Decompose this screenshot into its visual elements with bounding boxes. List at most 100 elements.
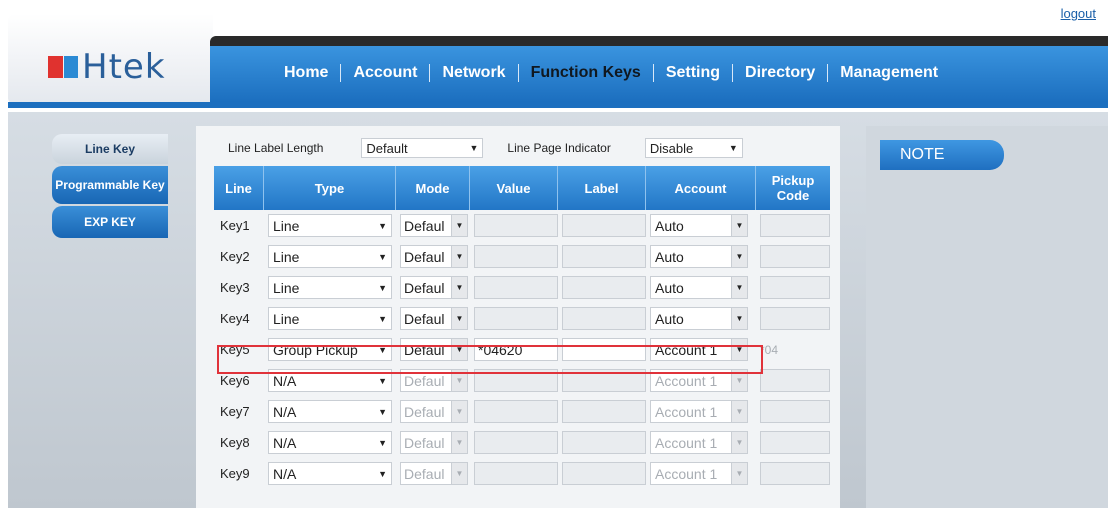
mode-select[interactable]: Defaul ▼ — [400, 400, 468, 423]
account-select[interactable]: Account 1 ▼ — [650, 431, 748, 454]
account-select[interactable]: Auto ▼ — [650, 245, 748, 268]
type-select[interactable]: Line ▼ — [268, 245, 392, 268]
chevron-down-icon: ▼ — [731, 308, 747, 329]
chevron-down-icon: ▼ — [378, 468, 387, 479]
col-value: Value — [470, 166, 558, 210]
type-select[interactable]: Line ▼ — [268, 276, 392, 299]
nav-account[interactable]: Account — [341, 64, 429, 82]
account-select[interactable]: Auto ▼ — [650, 307, 748, 330]
key-name: Key9 — [220, 466, 250, 481]
value-field[interactable] — [474, 431, 558, 454]
mode-select-value: Defaul — [404, 279, 445, 296]
value-field[interactable] — [474, 245, 558, 268]
nav-management[interactable]: Management — [828, 64, 950, 82]
label-field[interactable] — [562, 214, 646, 237]
key-name: Key6 — [220, 373, 250, 388]
mode-select-value: Defaul — [404, 341, 445, 358]
mode-select-value: Defaul — [404, 434, 445, 451]
chevron-down-icon: ▼ — [451, 277, 467, 298]
col-line: Line — [214, 166, 264, 210]
mode-select[interactable]: Defaul ▼ — [400, 214, 468, 237]
sidebar-item-label: Programmable Key — [55, 178, 165, 192]
account-select[interactable]: Auto ▼ — [650, 214, 748, 237]
nav-function-keys[interactable]: Function Keys — [519, 64, 653, 82]
type-select-value: N/A — [273, 434, 297, 451]
line-label-length-value: Default — [366, 140, 408, 156]
chevron-down-icon: ▼ — [451, 370, 467, 391]
note-title: NOTE — [880, 140, 1004, 170]
type-select[interactable]: N/A ▼ — [268, 431, 392, 454]
mode-select-value: Defaul — [404, 403, 445, 420]
account-select[interactable]: Account 1 ▼ — [650, 400, 748, 423]
table-row: Key9 N/A ▼ Defaul ▼ Account 1 ▼ — [214, 458, 830, 489]
mode-select[interactable]: Defaul ▼ — [400, 338, 468, 361]
mode-select-value: Defaul — [404, 248, 445, 265]
pickup-code-field[interactable] — [760, 245, 830, 268]
sidebar-item-programmable-key[interactable]: Programmable Key — [52, 166, 168, 204]
type-select[interactable]: Group Pickup ▼ — [268, 338, 392, 361]
mode-select[interactable]: Defaul ▼ — [400, 369, 468, 392]
nav-directory[interactable]: Directory — [733, 64, 827, 82]
pickup-code-field[interactable] — [760, 400, 830, 423]
chevron-down-icon: ▼ — [731, 463, 747, 484]
sidebar-item-exp-key[interactable]: EXP KEY — [52, 206, 168, 238]
account-select-value: Auto — [655, 248, 684, 265]
nav-home[interactable]: Home — [272, 64, 340, 82]
account-select[interactable]: Auto ▼ — [650, 276, 748, 299]
pickup-code-field[interactable] — [760, 462, 830, 485]
table-row: Key4 Line ▼ Defaul ▼ Auto ▼ — [214, 303, 830, 334]
line-page-indicator-select[interactable]: Disable ▼ — [644, 138, 743, 158]
mode-select[interactable]: Defaul ▼ — [400, 276, 468, 299]
mode-select[interactable]: Defaul ▼ — [400, 245, 468, 268]
pickup-code-field[interactable] — [760, 276, 830, 299]
pickup-code-field[interactable] — [760, 431, 830, 454]
account-select[interactable]: Account 1 ▼ — [650, 338, 748, 361]
label-field[interactable] — [562, 338, 646, 361]
value-field[interactable] — [474, 400, 558, 423]
label-field[interactable] — [562, 276, 646, 299]
type-select-value: Line — [273, 217, 300, 234]
table-row: Key6 N/A ▼ Defaul ▼ Account 1 ▼ — [214, 365, 830, 396]
value-field[interactable] — [474, 214, 558, 237]
mode-select[interactable]: Defaul ▼ — [400, 462, 468, 485]
type-select[interactable]: N/A ▼ — [268, 369, 392, 392]
type-select[interactable]: Line ▼ — [268, 214, 392, 237]
label-field[interactable] — [562, 307, 646, 330]
nav-network[interactable]: Network — [430, 64, 517, 82]
chevron-down-icon: ▼ — [378, 437, 387, 448]
value-field[interactable] — [474, 369, 558, 392]
pickup-code-field[interactable] — [760, 369, 830, 392]
value-field[interactable] — [474, 462, 558, 485]
type-select-value: Line — [273, 310, 300, 327]
label-field[interactable] — [562, 245, 646, 268]
key-name: Key2 — [220, 249, 250, 264]
chevron-down-icon: ▼ — [731, 432, 747, 453]
value-field[interactable] — [474, 276, 558, 299]
logout-link[interactable]: logout — [1061, 6, 1096, 21]
type-select[interactable]: Line ▼ — [268, 307, 392, 330]
pickup-code-field[interactable] — [760, 214, 830, 237]
sidebar-item-line-key[interactable]: Line Key — [52, 134, 168, 164]
label-field[interactable] — [562, 431, 646, 454]
value-field[interactable] — [474, 307, 558, 330]
chevron-down-icon: ▼ — [378, 344, 387, 355]
account-select[interactable]: Account 1 ▼ — [650, 369, 748, 392]
key-name: Key4 — [220, 311, 250, 326]
line-label-length-select[interactable]: Default ▼ — [361, 138, 484, 158]
value-field[interactable]: *04620 — [474, 338, 558, 361]
label-field[interactable] — [562, 462, 646, 485]
label-field[interactable] — [562, 369, 646, 392]
table-row: Key7 N/A ▼ Defaul ▼ Account 1 ▼ — [214, 396, 830, 427]
account-select-value: Auto — [655, 279, 684, 296]
nav-setting[interactable]: Setting — [654, 64, 732, 82]
sidebar-item-label: Line Key — [84, 142, 135, 156]
pickup-code-field[interactable] — [760, 307, 830, 330]
label-field[interactable] — [562, 400, 646, 423]
mode-select[interactable]: Defaul ▼ — [400, 307, 468, 330]
chevron-down-icon: ▼ — [731, 246, 747, 267]
account-select-value: Auto — [655, 310, 684, 327]
mode-select[interactable]: Defaul ▼ — [400, 431, 468, 454]
account-select[interactable]: Account 1 ▼ — [650, 462, 748, 485]
type-select[interactable]: N/A ▼ — [268, 400, 392, 423]
type-select[interactable]: N/A ▼ — [268, 462, 392, 485]
